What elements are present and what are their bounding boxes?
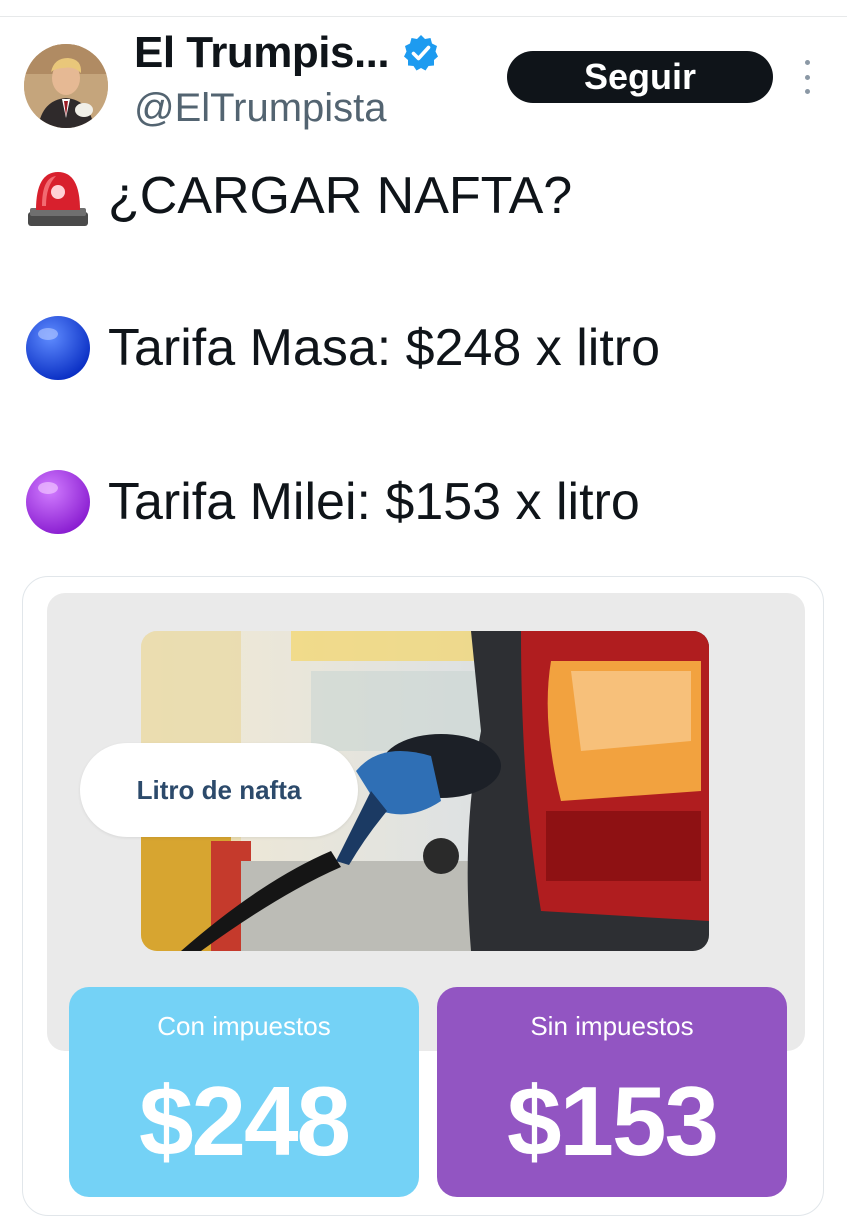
media-caption-pill: Litro de nafta <box>80 743 358 837</box>
author-name-row[interactable]: El Trumpis... <box>134 28 441 78</box>
price-card-con-impuestos: Con impuestos $248 <box>69 987 419 1197</box>
avatar-image <box>24 44 108 128</box>
price-card-sin-impuestos: Sin impuestos $153 <box>437 987 787 1197</box>
tweet-line-3-text: Tarifa Milei: $153 x litro <box>108 473 640 531</box>
verified-badge-icon <box>404 35 439 71</box>
author-handle[interactable]: @ElTrumpista <box>134 86 387 131</box>
tweet-line-1-text: ¿CARGAR NAFTA? <box>108 167 573 225</box>
more-options-icon[interactable] <box>797 60 817 94</box>
tweet-line-3: Tarifa Milei: $153 x litro <box>22 466 640 538</box>
author-display-name[interactable]: El Trumpis... <box>134 28 390 78</box>
rotating-light-icon <box>28 172 88 226</box>
top-divider <box>0 16 847 17</box>
tweet-line-1: ¿CARGAR NAFTA? <box>22 160 572 232</box>
tweet-line-2: Tarifa Masa: $248 x litro <box>22 312 660 384</box>
purple-circle-icon <box>26 470 90 534</box>
tweet-media-card[interactable]: Litro de nafta Con impuestos $248 Sin im… <box>22 576 824 1216</box>
follow-button[interactable]: Seguir <box>507 51 773 103</box>
tweet-line-2-text: Tarifa Masa: $248 x litro <box>108 319 661 377</box>
price-amount-con: $248 <box>138 1066 351 1176</box>
author-avatar[interactable] <box>24 44 108 128</box>
price-label-con: Con impuestos <box>157 1011 331 1041</box>
blue-circle-icon <box>26 316 90 380</box>
price-amount-sin: $153 <box>506 1066 719 1176</box>
price-label-sin: Sin impuestos <box>530 1011 694 1041</box>
